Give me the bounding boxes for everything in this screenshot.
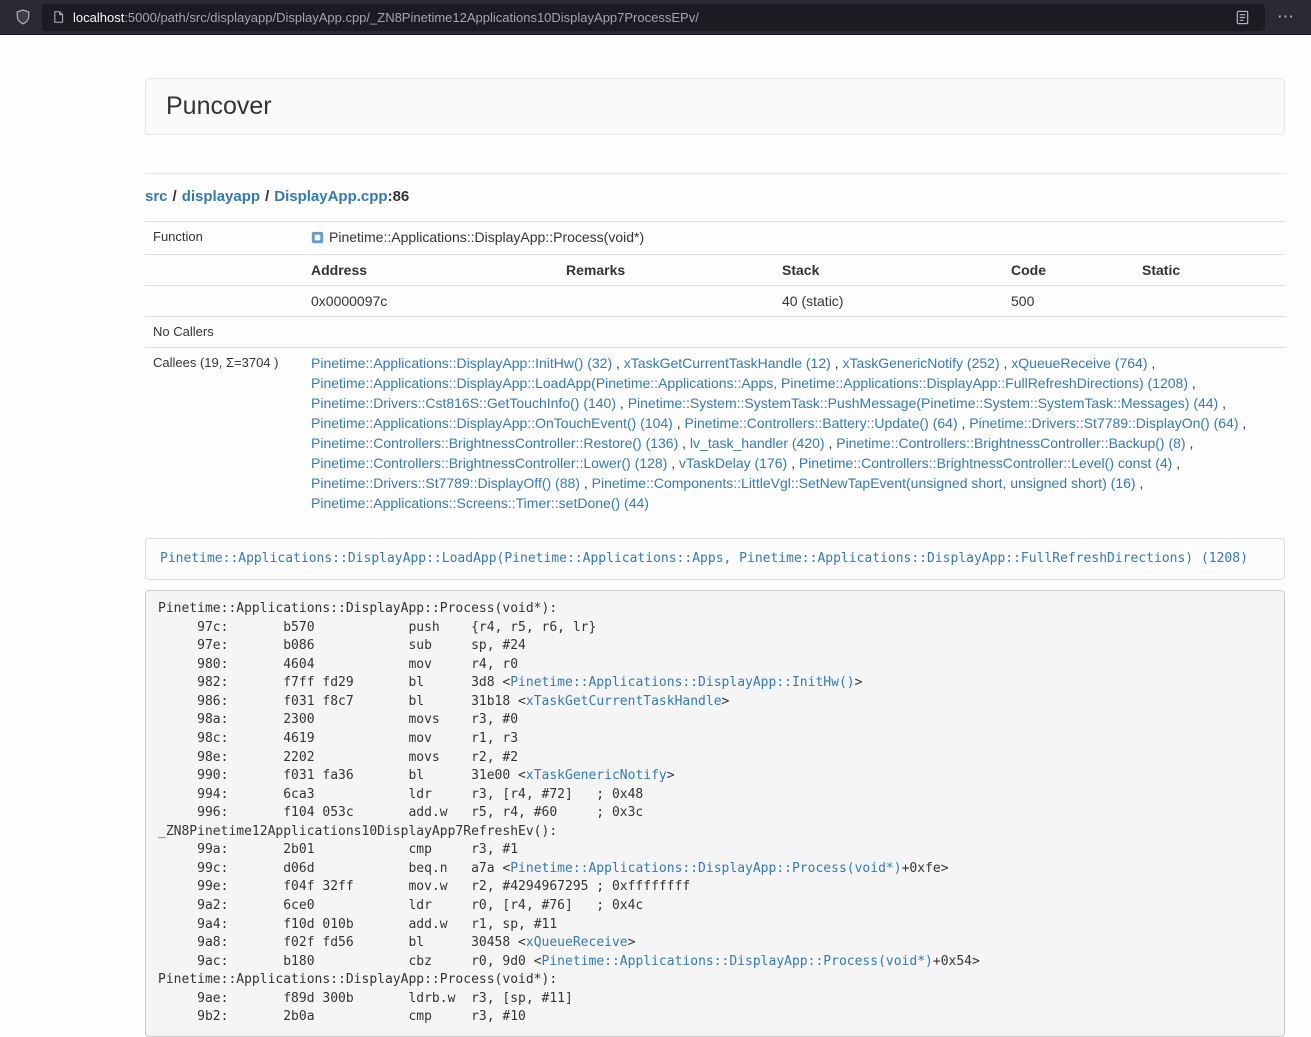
- page-info-icon[interactable]: [52, 10, 65, 24]
- function-table: Function Pinetime::Applications::Display…: [145, 221, 1285, 518]
- breadcrumb-line-number: :86: [388, 188, 410, 205]
- callees-list: Pinetime::Applications::DisplayApp::Init…: [303, 348, 1285, 519]
- callee-link[interactable]: xQueueReceive (764): [1011, 355, 1147, 371]
- column-header-address: Address: [303, 255, 558, 286]
- breadcrumb-separator: /: [173, 188, 177, 205]
- no-callers-label: No Callers: [145, 317, 303, 348]
- divider: [145, 173, 1285, 174]
- values-row: 0x0000097c 40 (static) 500: [145, 286, 1285, 317]
- url-bar[interactable]: localhost:5000/path/src/displayapp/Displ…: [42, 4, 1265, 31]
- function-name: Pinetime::Applications::DisplayApp::Proc…: [329, 229, 644, 245]
- spacer-cell: [145, 286, 303, 317]
- no-callers-row: No Callers: [145, 317, 1285, 348]
- callee-link[interactable]: Pinetime::Drivers::St7789::DisplayOn() (…: [969, 415, 1238, 431]
- disassembly-code: Pinetime::Applications::DisplayApp::Proc…: [145, 590, 1285, 1037]
- url-path: :5000/path/src/displayapp/DisplayApp.cpp…: [124, 10, 699, 25]
- breadcrumb-link-file[interactable]: DisplayApp.cpp: [274, 188, 387, 205]
- breadcrumb-link-src[interactable]: src: [145, 188, 168, 205]
- function-name-cell: Pinetime::Applications::DisplayApp::Proc…: [303, 222, 1285, 255]
- callee-link[interactable]: Pinetime::Applications::DisplayApp::Init…: [311, 355, 612, 371]
- callee-link[interactable]: Pinetime::Controllers::BrightnessControl…: [836, 435, 1185, 451]
- app-title: Puncover: [166, 92, 272, 120]
- code-symbol-link[interactable]: xTaskGetCurrentTaskHandle: [526, 694, 722, 709]
- code-value: 500: [1003, 286, 1134, 317]
- column-header-remarks: Remarks: [558, 255, 774, 286]
- callee-link[interactable]: Pinetime::Controllers::BrightnessControl…: [311, 435, 678, 451]
- callee-link[interactable]: Pinetime::System::SystemTask::PushMessag…: [628, 395, 1219, 411]
- callees-row: Callees (19, Σ=3704 ) Pinetime::Applicat…: [145, 348, 1285, 519]
- address-value: 0x0000097c: [303, 286, 558, 317]
- code-symbol-link[interactable]: Pinetime::Applications::DisplayApp::Proc…: [542, 954, 933, 969]
- app-header: Puncover: [145, 78, 1285, 135]
- callee-link[interactable]: Pinetime::Applications::DisplayApp::Load…: [311, 375, 1188, 391]
- code-symbol-link[interactable]: xQueueReceive: [526, 935, 628, 950]
- function-row: Function Pinetime::Applications::Display…: [145, 222, 1285, 255]
- callee-link[interactable]: xTaskGetCurrentTaskHandle (12): [624, 355, 831, 371]
- column-header-code: Code: [1003, 255, 1134, 286]
- callee-link[interactable]: Pinetime::Applications::Screens::Timer::…: [311, 495, 649, 511]
- shield-icon[interactable]: [10, 4, 36, 30]
- stack-value: 40 (static): [774, 286, 1003, 317]
- callee-link[interactable]: vTaskDelay (176): [679, 455, 787, 471]
- static-value: [1134, 286, 1285, 317]
- callee-link[interactable]: lv_task_handler (420): [690, 435, 825, 451]
- code-symbol-link[interactable]: Pinetime::Applications::DisplayApp::Init…: [510, 675, 854, 690]
- highlighted-symbol-link[interactable]: Pinetime::Applications::DisplayApp::Load…: [160, 551, 1248, 566]
- callee-link[interactable]: Pinetime::Controllers::Battery::Update()…: [685, 415, 958, 431]
- columns-header-row: Address Remarks Stack Code Static: [145, 255, 1285, 286]
- function-type-icon: [311, 229, 324, 249]
- reader-mode-icon[interactable]: [1229, 4, 1255, 30]
- breadcrumb-separator: /: [265, 188, 269, 205]
- url-text: localhost:5000/path/src/displayapp/Displ…: [73, 10, 699, 25]
- callees-label: Callees (19, Σ=3704 ): [145, 348, 303, 519]
- spacer-cell: [145, 255, 303, 286]
- no-callers-cell: [303, 317, 1285, 348]
- callee-link[interactable]: xTaskGenericNotify (252): [842, 355, 999, 371]
- callee-link[interactable]: Pinetime::Components::LittleVgl::SetNewT…: [592, 475, 1136, 491]
- function-row-label: Function: [145, 222, 303, 255]
- remarks-value: [558, 286, 774, 317]
- callee-link[interactable]: Pinetime::Drivers::St7789::DisplayOff() …: [311, 475, 580, 491]
- url-host: localhost: [73, 10, 124, 25]
- code-symbol-link[interactable]: Pinetime::Applications::DisplayApp::Proc…: [510, 861, 901, 876]
- code-symbol-link[interactable]: xTaskGenericNotify: [526, 768, 667, 783]
- column-header-stack: Stack: [774, 255, 1003, 286]
- column-header-static: Static: [1134, 255, 1285, 286]
- page-container: Puncover src / displayapp / DisplayApp.cpp:8…: [145, 78, 1285, 1037]
- menu-icon[interactable]: ⋯: [1271, 7, 1301, 27]
- callee-link[interactable]: Pinetime::Applications::DisplayApp::OnTo…: [311, 415, 673, 431]
- callee-link[interactable]: Pinetime::Controllers::BrightnessControl…: [311, 455, 667, 471]
- callee-link[interactable]: Pinetime::Drivers::Cst816S::GetTouchInfo…: [311, 395, 616, 411]
- callee-link[interactable]: Pinetime::Controllers::BrightnessControl…: [799, 455, 1172, 471]
- breadcrumb: src / displayapp / DisplayApp.cpp:86: [145, 187, 1285, 207]
- browser-chrome: localhost:5000/path/src/displayapp/Displ…: [0, 0, 1311, 35]
- breadcrumb-link-displayapp[interactable]: displayapp: [182, 188, 260, 205]
- highlighted-symbol-box: Pinetime::Applications::DisplayApp::Load…: [145, 538, 1285, 580]
